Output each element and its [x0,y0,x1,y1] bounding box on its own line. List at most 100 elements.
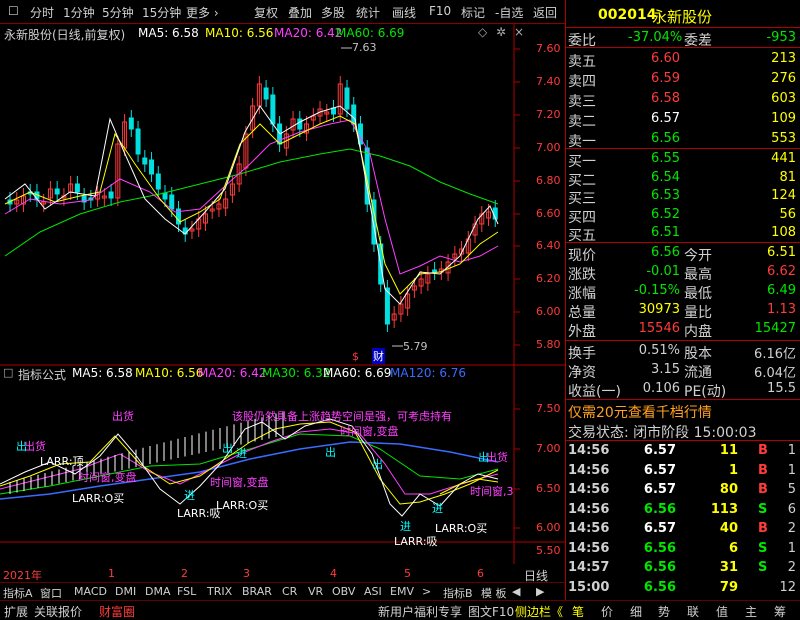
ask-price[interactable]: 6.60 [618,51,680,66]
bid-price[interactable]: 6.52 [618,207,680,222]
expand-icon[interactable]: □ [3,366,13,379]
ma10-line [4,115,499,295]
ann-jin: 进 [236,447,247,460]
ind-ma30: MA30: 6.32 [262,366,331,380]
btn-tongji[interactable]: 统计 [356,4,380,20]
tab-1min[interactable]: 1分钟 [63,4,95,20]
scroll-right-icon[interactable]: ▶ [536,585,544,598]
ann-chu: 出 [478,451,489,464]
time-month: 5 [404,567,411,580]
tab-15min[interactable]: 15分钟 [142,4,181,20]
side-tab-zhu[interactable]: 主 [745,603,757,620]
bid-row: 买一 6.55 441 [566,149,800,170]
dividend-marker[interactable]: $ [352,350,359,363]
time-month: 6 [477,567,484,580]
ma60-line [4,148,499,257]
kline-ytick: 6.20 [536,272,561,285]
ask-level-label: 卖三 [568,94,596,110]
side-tab-chou[interactable]: 筹 [774,603,786,620]
tick-price: 6.56 [643,501,676,517]
ann-jin: 进 [184,489,195,502]
btn-duogu[interactable]: 多股 [321,4,345,20]
tick-count: 2 [787,521,796,536]
tab-ind-a[interactable]: 指标A [3,585,33,601]
side-tab-xi[interactable]: 细 [630,603,642,620]
btn-f10-graphic[interactable]: 图文F10 [468,603,514,620]
tab-dma[interactable]: DMA [145,585,171,598]
tabs-scroll-icon[interactable]: > [422,585,431,598]
stat-value: 6.49 [767,283,796,298]
btn-biaoji[interactable]: 标记 [461,4,485,20]
promo-text[interactable]: 仅需20元查看千档行情 [568,402,712,422]
tab-5min[interactable]: 5分钟 [102,4,134,20]
ask-price[interactable]: 6.56 [618,131,680,146]
btn-huaxian[interactable]: 画线 [392,4,416,20]
candle-body [263,87,269,100]
tab-vr[interactable]: VR [308,585,323,598]
tick-count: 12 [779,579,796,595]
ask-price[interactable]: 6.57 [618,111,680,126]
btn-sidebar[interactable]: 侧边栏《 [515,603,563,620]
tab-template[interactable]: 模 板 [481,585,507,601]
side-tab-shi[interactable]: 势 [658,603,670,620]
bid-row: 买三 6.53 124 [566,186,800,207]
tick-count: 1 [787,462,796,478]
indicator-title[interactable]: 指标公式 [18,366,66,383]
side-tab-jia[interactable]: 价 [601,603,613,620]
btn-diejia[interactable]: 叠加 [288,4,312,20]
tab-fenshi[interactable]: 分时 [30,4,54,20]
tab-obv[interactable]: OBV [332,585,355,598]
tab-window[interactable]: 窗口 [40,585,62,601]
btn-expand[interactable]: 扩展 [4,603,28,620]
tab-trix[interactable]: TRIX [207,585,232,598]
tab-emv[interactable]: EMV [390,585,414,598]
time-axis: 2021年 1 2 3 4 5 6 日线 [0,566,565,583]
finance-marker[interactable]: 财 [372,348,385,364]
tab-ind-b[interactable]: 指标B [443,585,473,601]
menu-icon[interactable]: ☐ [8,4,19,20]
btn-zixuan[interactable]: -自选 [495,4,523,20]
ann-time-window: 时间窗,变盘 [210,476,269,489]
bottom-bar: 扩展 关联报价 财富圈 新用户福利专享 图文F10 侧边栏《 笔 价 细 势 联… [0,600,800,620]
ann-larr-top: LARR:顶 [40,455,84,468]
time-month: 2 [181,567,188,580]
side-tab-lian[interactable]: 联 [687,603,699,620]
side-tab-zhi[interactable]: 值 [716,603,728,620]
bid-price[interactable]: 6.55 [618,151,680,166]
tab-dmi[interactable]: DMI [115,585,136,598]
ind-ytick: 5.50 [536,544,561,557]
scroll-left-icon[interactable]: ◀ [512,585,520,598]
ask-row: 卖三 6.58 603 [566,89,800,110]
stat-row: 涨跌 -0.01 最高 6.62 [566,262,800,283]
ask-price[interactable]: 6.58 [618,91,680,106]
weicha-label: 委差 [684,33,712,49]
btn-wealth-circle[interactable]: 财富圈 [99,603,135,620]
btn-new-user[interactable]: 新用户福利专享 [378,603,462,620]
ind-ytick: 6.50 [536,482,561,495]
btn-f10[interactable]: F10 [429,4,451,20]
tab-brar[interactable]: BRAR [242,585,272,598]
tab-macd[interactable]: MACD [74,585,107,598]
tick-volume: 40 [719,521,738,536]
ann-chu: 出 [222,442,233,455]
bid-price[interactable]: 6.51 [618,225,680,240]
tick-volume: 79 [719,579,738,595]
candle-body [155,173,161,190]
btn-related-quote[interactable]: 关联报价 [34,603,82,620]
btn-fuquan[interactable]: 复权 [254,4,278,20]
tab-more[interactable]: 更多 › [186,4,219,20]
tab-fsl[interactable]: FSL [177,585,196,598]
candle-body [142,157,148,165]
bid-price[interactable]: 6.53 [618,188,680,203]
tab-asi[interactable]: ASI [364,585,382,598]
promo-row[interactable]: 仅需20元查看千档行情 [566,400,800,422]
stat-label: 收益(一) [568,384,621,400]
side-tab-bi[interactable]: 笔 [572,603,584,620]
indicator-tabs: 指标A 窗口 MACD DMI DMA FSL TRIX BRAR CR VR … [0,582,565,600]
bid-price[interactable]: 6.54 [618,170,680,185]
kline-ytick: 7.20 [536,108,561,121]
candlesticks [7,76,498,332]
ask-price[interactable]: 6.59 [618,71,680,86]
btn-back[interactable]: 返回 [533,4,557,20]
tab-cr[interactable]: CR [282,585,297,598]
